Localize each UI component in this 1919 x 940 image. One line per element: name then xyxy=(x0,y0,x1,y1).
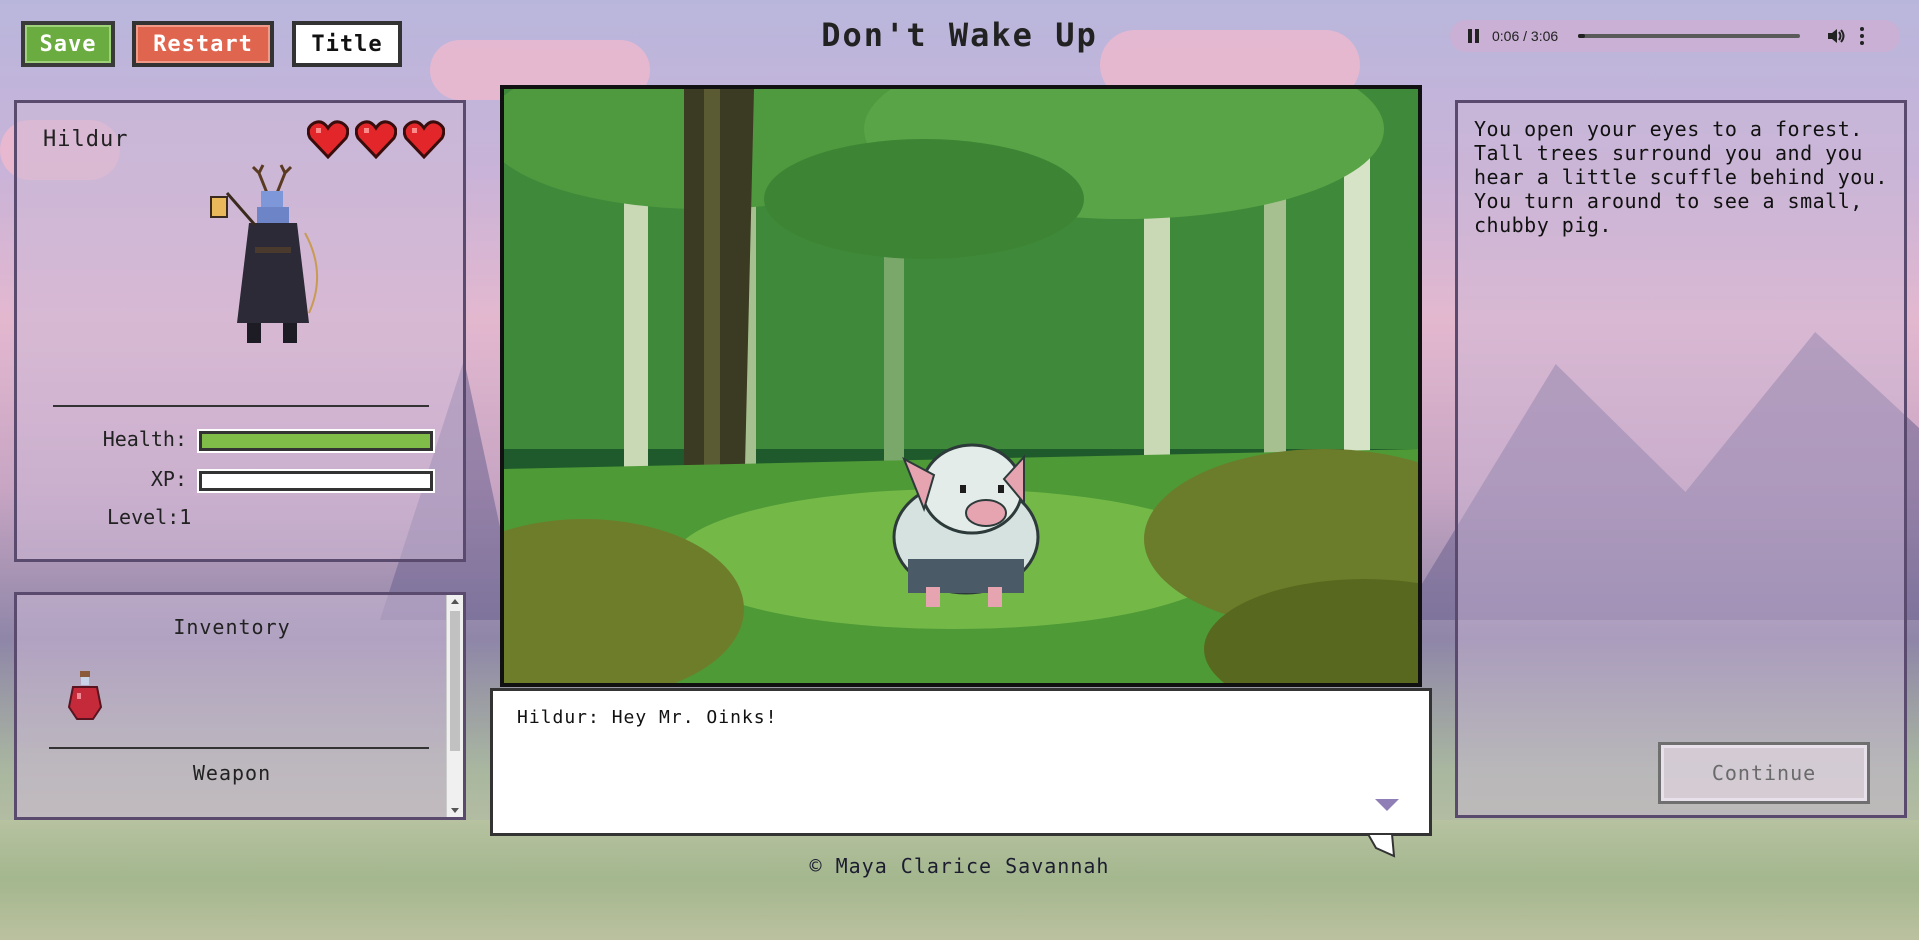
inventory-divider xyxy=(49,747,429,749)
level-label: Level:1 xyxy=(107,505,192,529)
audio-progress-fill xyxy=(1578,34,1586,38)
heart-icon xyxy=(306,119,350,160)
dialog-text: Hildur: Hey Mr. Oinks! xyxy=(517,707,778,728)
health-bar xyxy=(199,431,433,451)
heart-icon xyxy=(402,119,446,160)
audio-player: 0:06 / 3:06 xyxy=(1450,20,1900,52)
scroll-up-icon[interactable] xyxy=(451,599,459,604)
stats-divider xyxy=(53,405,429,407)
inventory-panel[interactable]: Inventory Weapon xyxy=(14,592,466,820)
pause-icon[interactable] xyxy=(1468,29,1482,43)
health-bar-fill xyxy=(202,434,430,448)
weapon-title: Weapon xyxy=(192,761,272,785)
character-panel: Hildur Health: XP: Level:1 xyxy=(14,100,466,562)
scroll-down-icon[interactable] xyxy=(451,808,459,813)
audio-time: 0:06 / 3:06 xyxy=(1492,28,1559,44)
narration-text: You open your eyes to a forest. Tall tre… xyxy=(1474,117,1888,237)
inventory-scrollbar[interactable] xyxy=(446,595,463,817)
health-label: Health: xyxy=(102,427,187,451)
volume-icon[interactable] xyxy=(1828,28,1846,44)
continue-button[interactable]: Continue xyxy=(1658,742,1870,804)
dialog-next-icon[interactable] xyxy=(1375,799,1399,811)
audio-seek-bar[interactable] xyxy=(1578,34,1801,38)
xp-bar xyxy=(199,471,433,491)
character-name: Hildur xyxy=(43,127,129,152)
more-vert-icon[interactable] xyxy=(1860,27,1865,45)
character-sprite xyxy=(197,163,337,348)
red-potion-icon[interactable] xyxy=(65,669,105,721)
xp-label: XP: xyxy=(150,467,187,491)
credit-text: © Maya Clarice Savannah xyxy=(809,854,1110,878)
forest-pig-scene xyxy=(500,85,1422,687)
dialog-box[interactable]: Hildur: Hey Mr. Oinks! xyxy=(490,688,1432,836)
narration-panel: You open your eyes to a forest. Tall tre… xyxy=(1455,100,1907,818)
background-meadow xyxy=(0,820,1919,940)
heart-icon xyxy=(354,119,398,160)
hearts xyxy=(306,119,446,160)
inventory-title: Inventory xyxy=(173,615,291,639)
scroll-thumb[interactable] xyxy=(450,611,460,751)
